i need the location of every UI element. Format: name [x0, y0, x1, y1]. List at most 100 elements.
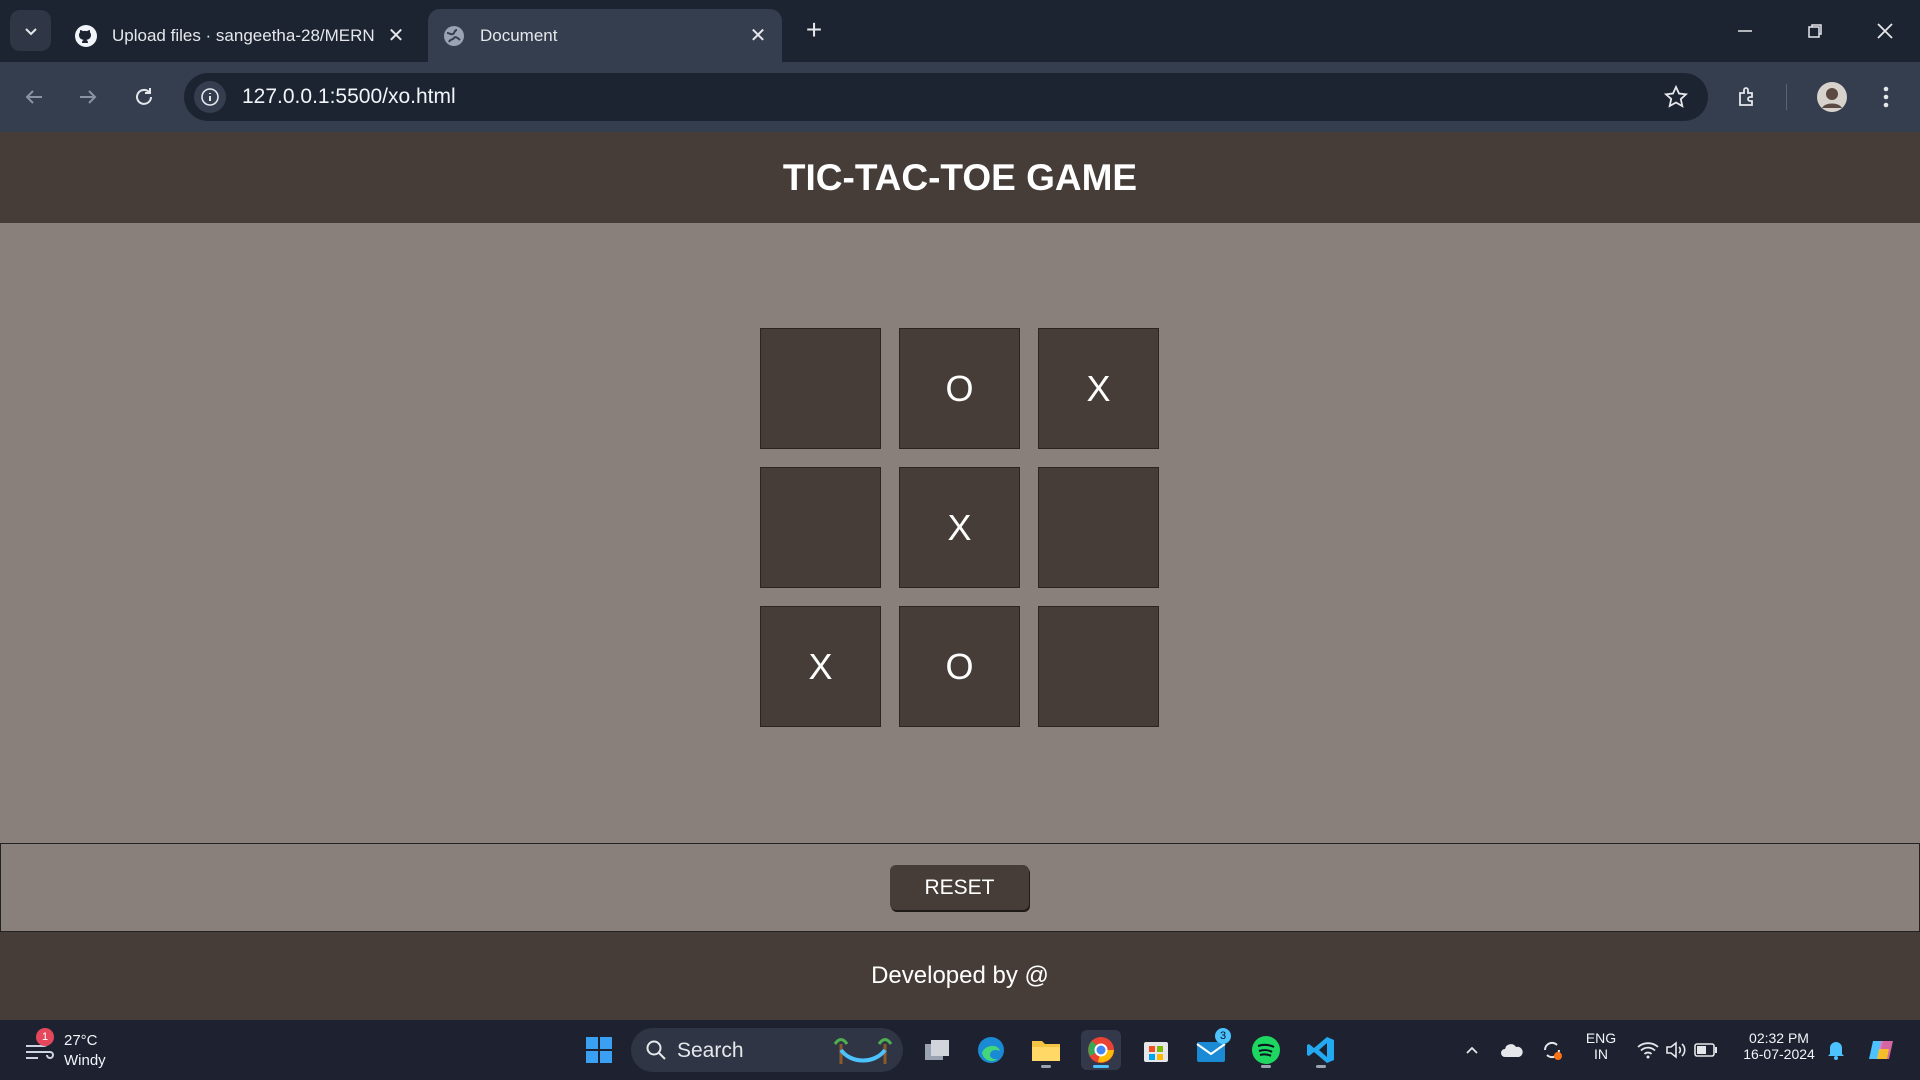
extensions-button[interactable]	[1730, 79, 1766, 115]
restore-button[interactable]	[1780, 0, 1850, 62]
restore-icon	[1808, 24, 1822, 38]
board-cell[interactable]	[1038, 467, 1159, 588]
clock[interactable]: 02:32 PM 16-07-2024	[1734, 1030, 1824, 1062]
copilot-icon	[1869, 1041, 1893, 1059]
game-board: O X X X O	[760, 328, 1160, 728]
board-cell[interactable]	[760, 467, 881, 588]
search-icon	[645, 1039, 667, 1066]
board-cell[interactable]: X	[760, 606, 881, 727]
wifi-tray[interactable]	[1636, 1038, 1660, 1062]
address-bar[interactable]: 127.0.0.1:5500/xo.html	[184, 73, 1708, 121]
toolbar-divider	[1786, 79, 1787, 115]
profile-avatar[interactable]	[1814, 79, 1850, 115]
wifi-icon	[1637, 1042, 1659, 1059]
board-cell[interactable]: X	[1038, 328, 1159, 449]
board-cell[interactable]	[1038, 606, 1159, 727]
url-text[interactable]: 127.0.0.1:5500/xo.html	[242, 85, 456, 109]
page-title: TIC-TAC-TOE GAME	[782, 156, 1138, 198]
windows-icon	[586, 1037, 612, 1063]
chrome-app[interactable]	[1081, 1030, 1121, 1070]
close-window-button[interactable]	[1850, 0, 1920, 62]
tab-title: Upload files · sangeetha-28/MERN	[112, 25, 375, 45]
site-info-icon[interactable]	[194, 81, 226, 113]
region-code: IN	[1594, 1046, 1608, 1062]
reload-button[interactable]	[126, 79, 162, 115]
chevron-up-icon	[1466, 1046, 1478, 1054]
page-header: TIC-TAC-TOE GAME	[0, 132, 1920, 223]
battery-icon	[1694, 1043, 1717, 1057]
task-view-button[interactable]	[917, 1030, 957, 1070]
weather-condition: Windy	[64, 1052, 106, 1069]
new-tab-button[interactable]: +	[799, 14, 829, 45]
forward-button[interactable]	[70, 79, 106, 115]
hammock-illustration-icon	[833, 1034, 893, 1071]
weather-widget[interactable]: 1 27°C Windy	[20, 1028, 120, 1072]
file-explorer-app[interactable]	[1026, 1030, 1066, 1070]
vscode-icon	[1307, 1037, 1334, 1063]
browser-tab-document[interactable]: Document ✕	[428, 9, 782, 62]
edge-app[interactable]	[971, 1030, 1011, 1070]
running-indicator	[1041, 1065, 1051, 1068]
volume-tray[interactable]	[1664, 1038, 1688, 1062]
weather-badge: 1	[36, 1028, 54, 1046]
weather-temp: 27°C	[64, 1032, 98, 1049]
clock-time: 02:32 PM	[1749, 1030, 1809, 1046]
mail-badge: 3	[1215, 1028, 1231, 1044]
reset-button[interactable]: RESET	[890, 865, 1029, 910]
web-page: TIC-TAC-TOE GAME O X X X O RESET Develop…	[0, 132, 1920, 1020]
browser-tab-strip: Upload files · sangeetha-28/MERN ✕ Docum…	[0, 0, 1920, 62]
chrome-icon	[1088, 1037, 1114, 1063]
back-button[interactable]	[16, 79, 52, 115]
browser-tab-github[interactable]: Upload files · sangeetha-28/MERN ✕	[60, 9, 420, 62]
running-indicator	[1316, 1065, 1326, 1068]
folder-icon	[1032, 1041, 1060, 1061]
language-indicator[interactable]: ENG IN	[1580, 1030, 1622, 1062]
start-button[interactable]	[579, 1030, 619, 1070]
onedrive-tray[interactable]	[1500, 1038, 1524, 1062]
sync-icon	[1543, 1041, 1562, 1060]
globe-icon	[442, 24, 466, 48]
battery-tray[interactable]	[1694, 1038, 1718, 1062]
minimize-icon	[1738, 30, 1752, 32]
arrow-left-icon	[25, 90, 42, 104]
board-cell[interactable]: X	[899, 467, 1020, 588]
tab-search-button[interactable]	[10, 10, 51, 51]
arrow-right-icon	[80, 90, 97, 104]
bookmark-star-icon[interactable]	[1662, 83, 1690, 111]
sync-tray[interactable]	[1540, 1038, 1564, 1062]
close-tab-icon[interactable]: ✕	[744, 22, 772, 50]
board-cell[interactable]: O	[899, 328, 1020, 449]
minimize-button[interactable]	[1710, 0, 1780, 62]
board-cell[interactable]	[760, 328, 881, 449]
vscode-app[interactable]	[1301, 1030, 1341, 1070]
language-code: ENG	[1585, 1030, 1617, 1046]
running-indicator	[1261, 1065, 1271, 1068]
mail-app[interactable]: 3	[1191, 1028, 1231, 1070]
store-icon	[1144, 1042, 1168, 1062]
notifications-button[interactable]	[1824, 1038, 1848, 1062]
avatar-icon	[1817, 82, 1847, 112]
close-icon	[1877, 23, 1893, 39]
task-view-icon	[925, 1040, 949, 1060]
board-cell[interactable]: O	[899, 606, 1020, 727]
speaker-icon	[1666, 1041, 1686, 1059]
microsoft-store-app[interactable]	[1136, 1030, 1176, 1070]
search-label: Search	[677, 1039, 744, 1062]
chevron-down-icon	[24, 27, 37, 35]
copilot-button[interactable]	[1866, 1034, 1898, 1066]
running-indicator	[1093, 1065, 1109, 1068]
taskbar-search[interactable]: Search	[631, 1028, 903, 1072]
browser-menu-button[interactable]	[1868, 79, 1904, 115]
taskbar: 1 27°C Windy Search 3 ENG IN 02:32 PM 16…	[0, 1020, 1920, 1080]
close-tab-icon[interactable]: ✕	[382, 22, 410, 50]
reload-icon	[136, 88, 152, 105]
footer-text: Developed by @	[871, 962, 1049, 989]
bell-icon	[1828, 1042, 1844, 1060]
github-icon	[74, 24, 98, 48]
spotify-app[interactable]	[1246, 1030, 1286, 1070]
browser-toolbar: 127.0.0.1:5500/xo.html	[0, 62, 1920, 132]
spotify-icon	[1252, 1036, 1280, 1064]
page-footer: Developed by @	[0, 932, 1920, 1020]
show-hidden-icons-button[interactable]	[1460, 1038, 1484, 1062]
edge-icon	[978, 1037, 1004, 1063]
